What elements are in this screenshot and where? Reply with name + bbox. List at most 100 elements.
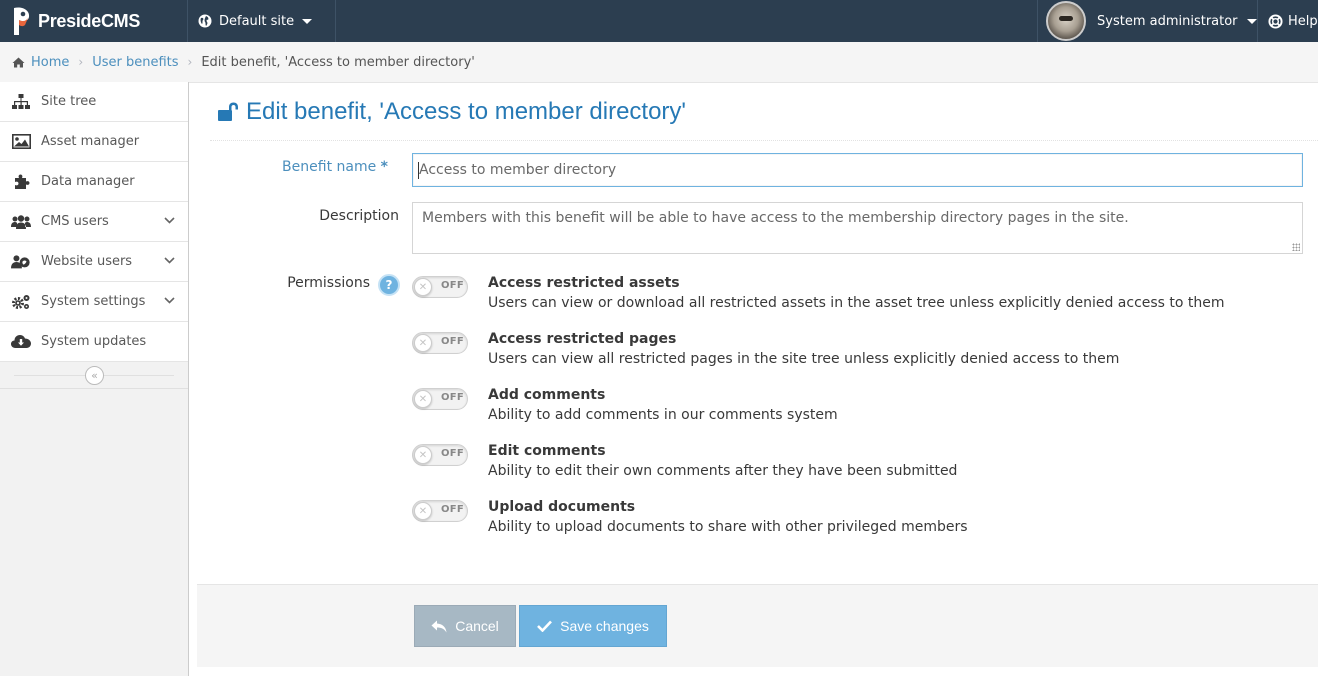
- permission-item: ✕ OFF Access restricted pages Users can …: [412, 331, 1292, 382]
- cancel-button-label: Cancel: [455, 618, 499, 634]
- required-asterisk: *: [380, 159, 388, 175]
- toggle-off-label: OFF: [441, 448, 465, 459]
- chevron-down-icon: [164, 297, 175, 304]
- breadcrumb-separator-icon: ›: [187, 55, 193, 69]
- form-actions: Cancel Save changes: [197, 584, 1318, 667]
- unlock-icon: [218, 102, 238, 121]
- permission-toggle-add-comments[interactable]: ✕ OFF: [412, 388, 468, 410]
- permission-item: ✕ OFF Edit comments Ability to edit thei…: [412, 443, 1292, 494]
- help-link[interactable]: Help: [1258, 0, 1318, 42]
- sidebar-item-data-manager[interactable]: Data manager: [0, 162, 188, 202]
- sitemap-icon: [11, 93, 31, 110]
- globe-icon: [198, 14, 212, 28]
- cloud-download-icon: [11, 334, 31, 349]
- description-textarea[interactable]: Members with this benefit will be able t…: [412, 202, 1303, 254]
- reply-icon: [431, 620, 447, 632]
- benefit-name-input[interactable]: Access to member directory: [412, 153, 1303, 187]
- breadcrumb-user-benefits-link[interactable]: User benefits: [92, 55, 178, 70]
- site-picker-dropdown[interactable]: Default site: [187, 0, 336, 42]
- sidebar-item-label: System settings: [41, 294, 146, 309]
- sidebar-item-asset-manager[interactable]: Asset manager: [0, 122, 188, 162]
- sidebar-item-label: CMS users: [41, 214, 109, 229]
- check-icon: [537, 620, 553, 632]
- user-name: System administrator: [1097, 13, 1238, 29]
- breadcrumb-home-link[interactable]: Home: [31, 55, 69, 70]
- breadcrumb-separator-icon: ›: [78, 55, 84, 69]
- save-changes-button[interactable]: Save changes: [519, 605, 667, 647]
- permission-item: ✕ OFF Access restricted assets Users can…: [412, 275, 1292, 326]
- breadcrumb: Home › User benefits › Edit benefit, 'Ac…: [0, 42, 1318, 83]
- page-title: Edit benefit, 'Access to member director…: [246, 97, 687, 125]
- close-icon: ✕: [414, 502, 432, 520]
- sidebar-item-label: Site tree: [41, 94, 97, 109]
- page-header: Edit benefit, 'Access to member director…: [210, 83, 1318, 141]
- benefit-name-label: Benefit name *: [282, 159, 388, 175]
- picture-icon: [11, 134, 31, 149]
- group-icon: [11, 214, 31, 229]
- sidebar-item-label: System updates: [41, 334, 147, 349]
- description-label: Description: [319, 208, 399, 224]
- toggle-off-label: OFF: [441, 280, 465, 291]
- caret-down-icon: [302, 18, 313, 24]
- permission-title: Add comments: [488, 387, 606, 403]
- permission-description: Ability to add comments in our comments …: [488, 407, 838, 423]
- user-avatar: [1046, 1, 1086, 41]
- toggle-off-label: OFF: [441, 504, 465, 515]
- permission-title: Access restricted assets: [488, 275, 680, 291]
- brand-logo-link[interactable]: PresideCMS: [0, 0, 187, 42]
- permission-description: Ability to upload documents to share wit…: [488, 519, 968, 535]
- life-ring-icon: [1268, 13, 1283, 29]
- sidebar-item-system-updates[interactable]: System updates: [0, 322, 188, 362]
- help-question-icon[interactable]: ?: [378, 274, 400, 296]
- users-icon: [11, 254, 31, 269]
- sidebar-item-label: Website users: [41, 254, 133, 269]
- toggle-off-label: OFF: [441, 336, 465, 347]
- save-button-label: Save changes: [560, 618, 649, 634]
- sidebar-item-system-settings[interactable]: System settings: [0, 282, 188, 322]
- benefit-name-value: Access to member directory: [419, 162, 617, 178]
- sidebar: Site tree Asset manager Data manager CMS…: [0, 82, 189, 676]
- preside-logo-icon: [14, 7, 30, 35]
- chevron-down-icon: [164, 257, 175, 264]
- close-icon: ✕: [414, 390, 432, 408]
- description-value: Members with this benefit will be able t…: [422, 210, 1129, 226]
- close-icon: ✕: [414, 446, 432, 464]
- user-menu-dropdown[interactable]: System administrator: [1037, 0, 1258, 42]
- permission-title: Edit comments: [488, 443, 606, 459]
- resize-handle-icon[interactable]: [1292, 243, 1300, 251]
- permission-item: ✕ OFF Upload documents Ability to upload…: [412, 499, 1292, 550]
- permission-description: Users can view or download all restricte…: [488, 295, 1225, 311]
- chevron-down-icon: [164, 217, 175, 224]
- top-navbar: PresideCMS Default site System administr…: [0, 0, 1318, 42]
- cancel-button[interactable]: Cancel: [414, 605, 516, 647]
- sidebar-collapse-bar: «: [0, 362, 188, 389]
- permission-description: Users can view all restricted pages in t…: [488, 351, 1120, 367]
- home-icon: [12, 57, 25, 67]
- toggle-off-label: OFF: [441, 392, 465, 403]
- sidebar-item-site-tree[interactable]: Site tree: [0, 82, 188, 122]
- sidebar-item-cms-users[interactable]: CMS users: [0, 202, 188, 242]
- brand-name: PresideCMS: [38, 10, 141, 31]
- permission-description: Ability to edit their own comments after…: [488, 463, 958, 479]
- permissions-label: Permissions: [287, 275, 370, 291]
- permission-toggle-access-restricted-pages[interactable]: ✕ OFF: [412, 332, 468, 354]
- permission-toggle-upload-documents[interactable]: ✕ OFF: [412, 500, 468, 522]
- permission-toggle-access-restricted-assets[interactable]: ✕ OFF: [412, 276, 468, 298]
- close-icon: ✕: [414, 278, 432, 296]
- close-icon: ✕: [414, 334, 432, 352]
- site-picker-label: Default site: [219, 13, 295, 29]
- permission-item: ✕ OFF Add comments Ability to add commen…: [412, 387, 1292, 438]
- permission-toggle-edit-comments[interactable]: ✕ OFF: [412, 444, 468, 466]
- cogs-icon: [11, 294, 31, 310]
- main-content: Edit benefit, 'Access to member director…: [197, 83, 1318, 676]
- sidebar-item-label: Asset manager: [41, 134, 140, 149]
- breadcrumb-current: Edit benefit, 'Access to member director…: [201, 54, 475, 70]
- caret-down-icon: [1246, 18, 1257, 24]
- sidebar-item-label: Data manager: [41, 174, 135, 189]
- double-angle-left-icon[interactable]: «: [85, 366, 104, 385]
- help-label: Help: [1288, 13, 1318, 29]
- puzzle-icon: [11, 173, 31, 190]
- permission-title: Access restricted pages: [488, 331, 677, 347]
- permission-title: Upload documents: [488, 499, 636, 515]
- sidebar-item-website-users[interactable]: Website users: [0, 242, 188, 282]
